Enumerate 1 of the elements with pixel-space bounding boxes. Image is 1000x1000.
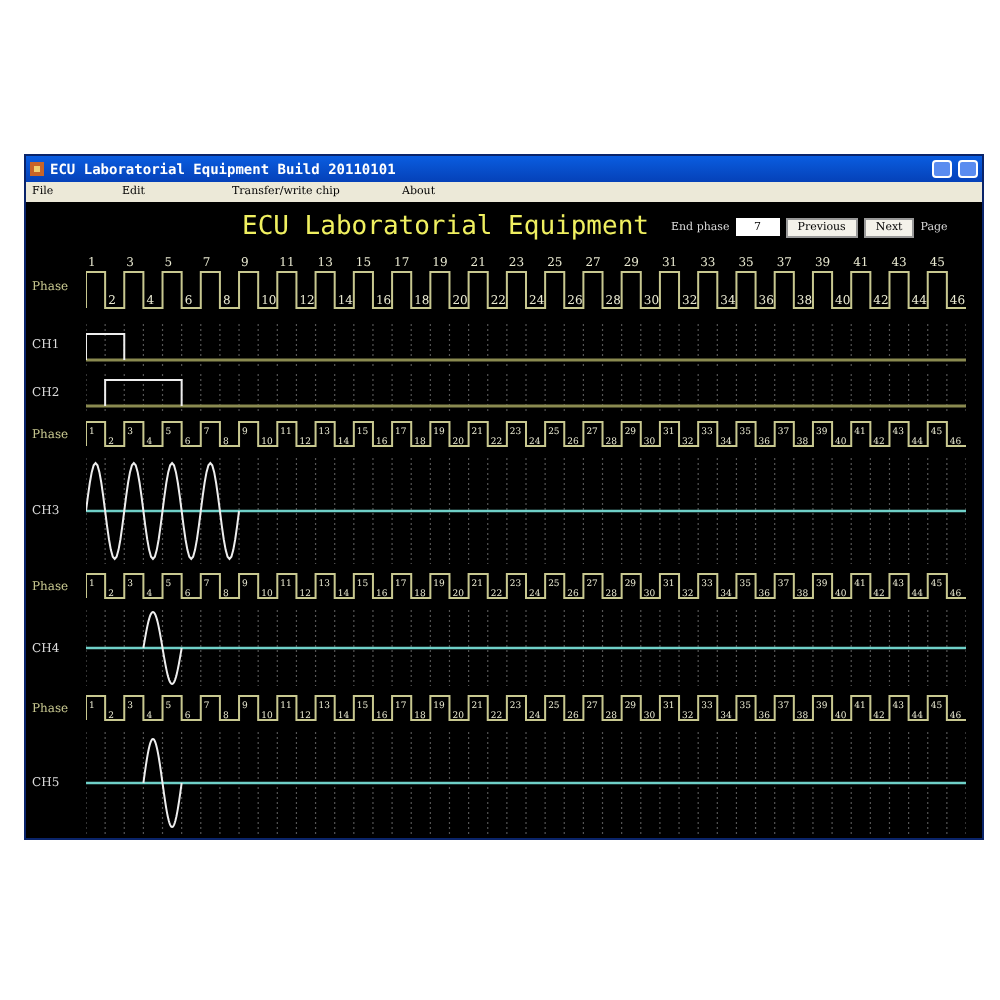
app-title: ECU Laboratorial Equipment [242, 212, 649, 242]
